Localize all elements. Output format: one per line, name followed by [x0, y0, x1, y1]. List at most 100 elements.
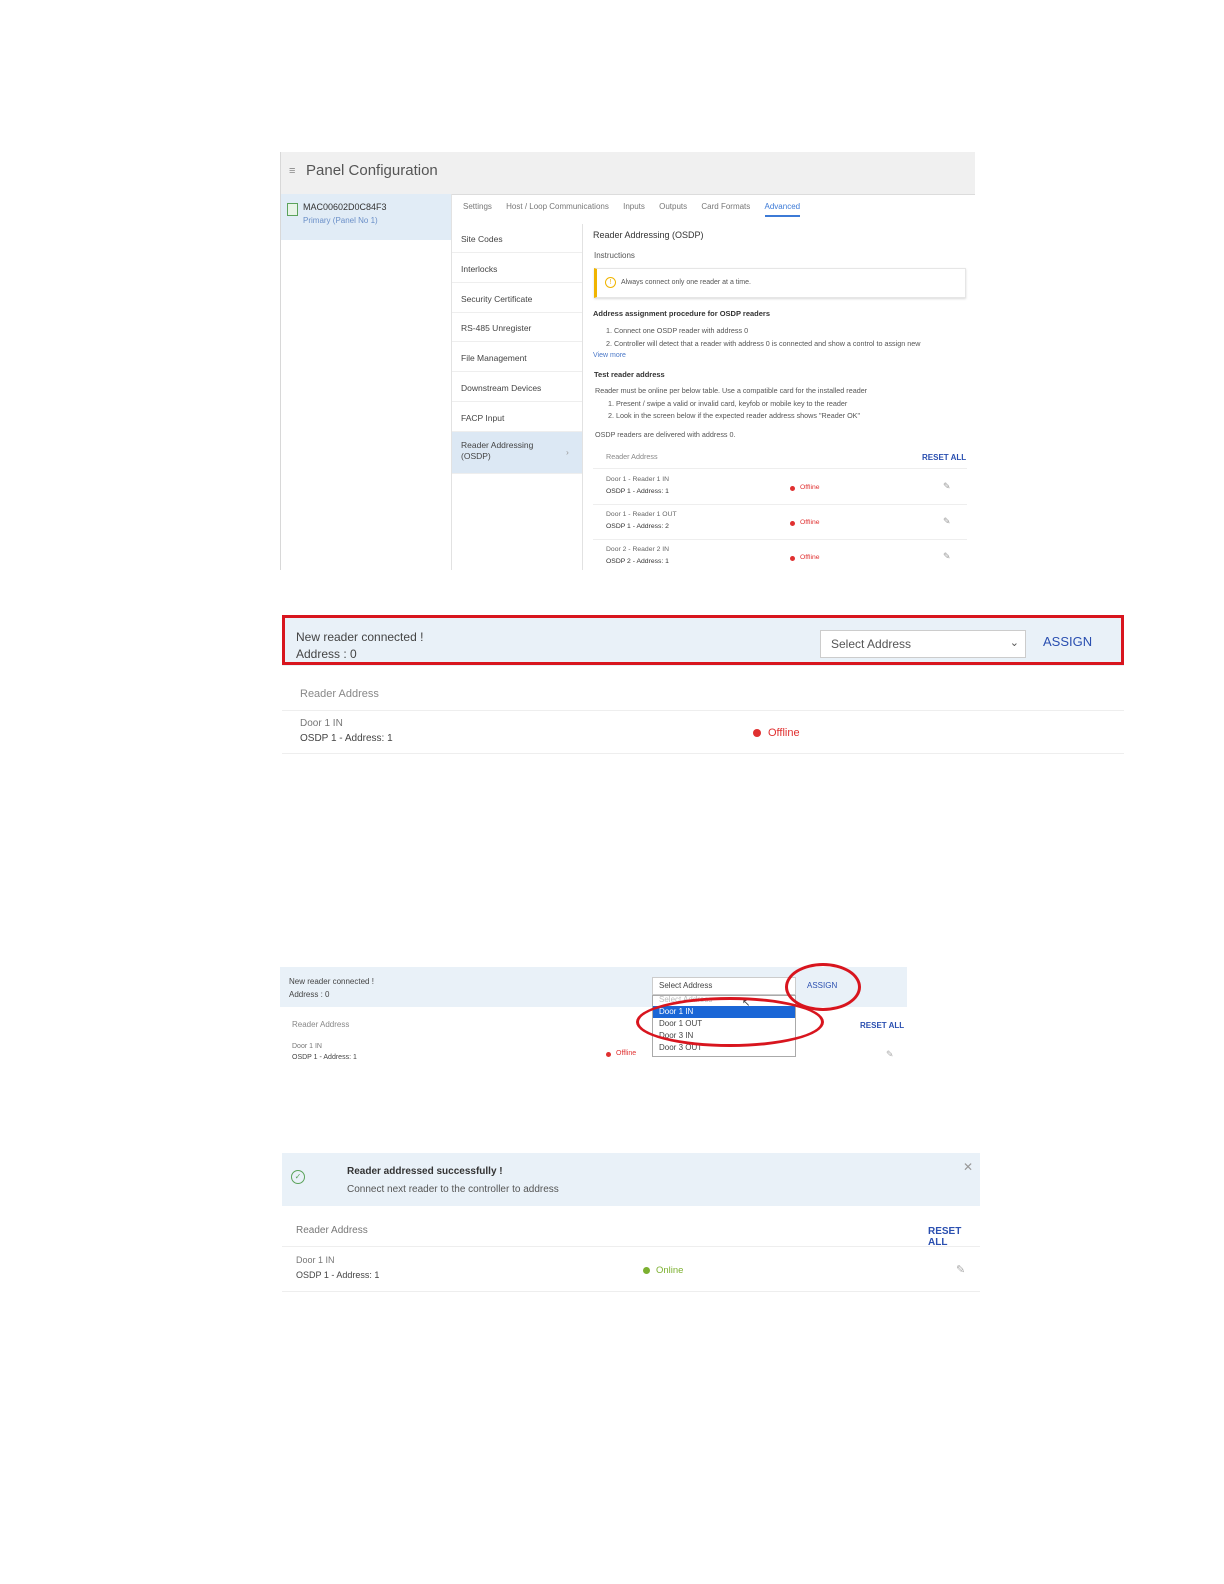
column-header: Reader Address: [606, 452, 658, 461]
row-divider: [282, 1246, 980, 1247]
status-dot-icon: [643, 1267, 650, 1274]
procedure-step: 1. Connect one OSDP reader with address …: [606, 326, 749, 335]
delivered-note: OSDP readers are delivered with address …: [595, 430, 736, 439]
panel-list-item[interactable]: MAC00602D0C84F3 Primary (Panel No 1): [281, 194, 451, 240]
settings-tabs: Settings Host / Loop Communications Inpu…: [463, 202, 812, 222]
panel-configuration-screenshot: ≡ Panel Configuration MAC00602D0C84F3 Pr…: [280, 152, 975, 570]
status-label: Offline: [800, 519, 820, 526]
reader-osdp: OSDP 1 - Address: 1: [292, 1054, 357, 1061]
reader-osdp: OSDP 1 - Address: 1: [606, 488, 669, 495]
highlight-circle: [636, 997, 824, 1047]
edit-pencil-icon[interactable]: ✎: [943, 516, 951, 527]
reader-osdp: OSDP 1 - Address: 1: [300, 733, 393, 744]
tab-card-formats[interactable]: Card Formats: [701, 202, 750, 211]
nav-item-label: File Management: [461, 353, 527, 363]
reader-addressing-content: Reader Addressing (OSDP) Instructions ! …: [593, 224, 967, 570]
highlight-box: [282, 615, 1124, 665]
row-divider: [282, 1291, 980, 1292]
nav-item-downstream-devices[interactable]: Downstream Devices: [452, 373, 582, 402]
nav-item-label: RS-485 Unregister: [461, 323, 532, 333]
success-banner: [282, 1153, 980, 1206]
row-divider: [282, 710, 1124, 711]
select-address-dropdown[interactable]: Select Address: [652, 977, 796, 995]
reader-name: Door 1 IN: [292, 1043, 322, 1050]
reader-name: Door 1 IN: [296, 1255, 335, 1265]
advanced-side-nav: Site Codes Interlocks Security Certifica…: [452, 224, 582, 570]
nav-item-reader-addressing[interactable]: Reader Addressing (OSDP) ›: [452, 432, 582, 474]
status-dot-icon: [790, 556, 795, 561]
test-description: Reader must be online per below table. U…: [595, 386, 868, 395]
reader-osdp: OSDP 1 - Address: 1: [296, 1270, 380, 1280]
status-dot-icon: [606, 1052, 611, 1057]
reset-all-button[interactable]: RESET ALL: [922, 453, 966, 462]
reader-name: Door 1 - Reader 1 IN: [606, 476, 670, 483]
page-header: ≡ Panel Configuration: [281, 152, 975, 195]
view-more-link[interactable]: View more: [593, 352, 626, 359]
tab-host-loop-communications[interactable]: Host / Loop Communications: [506, 202, 609, 211]
edit-pencil-icon[interactable]: ✎: [943, 481, 951, 492]
tab-outputs[interactable]: Outputs: [659, 202, 687, 211]
tab-advanced[interactable]: Advanced: [764, 202, 801, 217]
status-label: Offline: [800, 484, 820, 491]
nav-item-interlocks[interactable]: Interlocks: [452, 254, 582, 283]
nav-item-label: Downstream Devices: [461, 383, 542, 393]
reset-all-button[interactable]: RESET ALL: [860, 1021, 904, 1030]
row-divider: [593, 468, 967, 469]
status-label: Offline: [616, 1050, 637, 1057]
success-title: Reader addressed successfully !: [347, 1166, 503, 1177]
page-title: Panel Configuration: [306, 162, 438, 179]
warning-icon: !: [605, 277, 616, 288]
panel-subtitle: Primary (Panel No 1): [303, 216, 378, 225]
instructions-label: Instructions: [594, 251, 635, 260]
reader-addressed-success-screenshot: ✓ Reader addressed successfully ! Connec…: [282, 1153, 980, 1293]
status-dot-icon: [753, 729, 761, 737]
status-dot-icon: [790, 521, 795, 526]
section-title: Reader Addressing (OSDP): [593, 230, 704, 240]
nav-item-label: Interlocks: [461, 264, 498, 274]
test-title: Test reader address: [594, 370, 665, 379]
column-header: Reader Address: [300, 688, 379, 700]
hamburger-menu-icon[interactable]: ≡: [289, 166, 299, 177]
new-reader-zoomed-screenshot: New reader connected ! Address : 0 Selec…: [282, 615, 1124, 757]
banner-message: New reader connected !: [289, 977, 374, 986]
nav-item-site-codes[interactable]: Site Codes: [452, 224, 582, 253]
status-dot-icon: [790, 486, 795, 491]
alert-text: Always connect only one reader at a time…: [621, 279, 751, 286]
reader-osdp: OSDP 1 - Address: 2: [606, 523, 669, 530]
chevron-right-icon: ›: [566, 447, 569, 457]
test-step: 1. Present / swipe a valid or invalid ca…: [608, 399, 848, 408]
nav-item-label: Reader Addressing (OSDP): [461, 440, 534, 461]
procedure-title: Address assignment procedure for OSDP re…: [593, 309, 771, 318]
nav-item-label: Site Codes: [461, 234, 503, 244]
warning-alert: ! Always connect only one reader at a ti…: [594, 268, 966, 298]
reset-all-button[interactable]: RESET ALL: [928, 1226, 980, 1248]
reader-name: Door 1 - Reader 1 OUT: [606, 511, 677, 518]
row-divider: [593, 504, 967, 505]
column-divider: [582, 224, 583, 570]
edit-pencil-icon[interactable]: ✎: [886, 1049, 894, 1060]
success-message: Connect next reader to the controller to…: [347, 1184, 559, 1195]
edit-pencil-icon[interactable]: ✎: [956, 1263, 965, 1276]
edit-pencil-icon[interactable]: ✎: [943, 551, 951, 562]
banner-address: Address : 0: [289, 990, 330, 999]
check-circle-icon: ✓: [291, 1170, 305, 1184]
nav-item-rs485-unregister[interactable]: RS-485 Unregister: [452, 313, 582, 342]
tab-settings[interactable]: Settings: [463, 202, 492, 211]
status-label: Offline: [768, 727, 800, 739]
nav-item-label: Security Certificate: [461, 294, 533, 304]
close-icon[interactable]: ✕: [963, 1160, 973, 1174]
status-label: Offline: [800, 554, 820, 561]
reader-osdp: OSDP 2 - Address: 1: [606, 558, 669, 565]
tab-inputs[interactable]: Inputs: [623, 202, 645, 211]
row-divider: [593, 539, 967, 540]
panel-device-icon: [287, 203, 298, 216]
nav-item-file-management[interactable]: File Management: [452, 343, 582, 372]
nav-item-security-certificate[interactable]: Security Certificate: [452, 284, 582, 313]
nav-item-label: FACP Input: [461, 413, 505, 423]
reader-name: Door 1 IN: [300, 718, 343, 729]
nav-item-facp-input[interactable]: FACP Input: [452, 403, 582, 432]
column-header: Reader Address: [292, 1020, 350, 1029]
panel-id: MAC00602D0C84F3: [303, 202, 387, 212]
select-address-open-screenshot: New reader connected ! Address : 0 Selec…: [280, 963, 920, 1075]
column-header: Reader Address: [296, 1225, 368, 1236]
